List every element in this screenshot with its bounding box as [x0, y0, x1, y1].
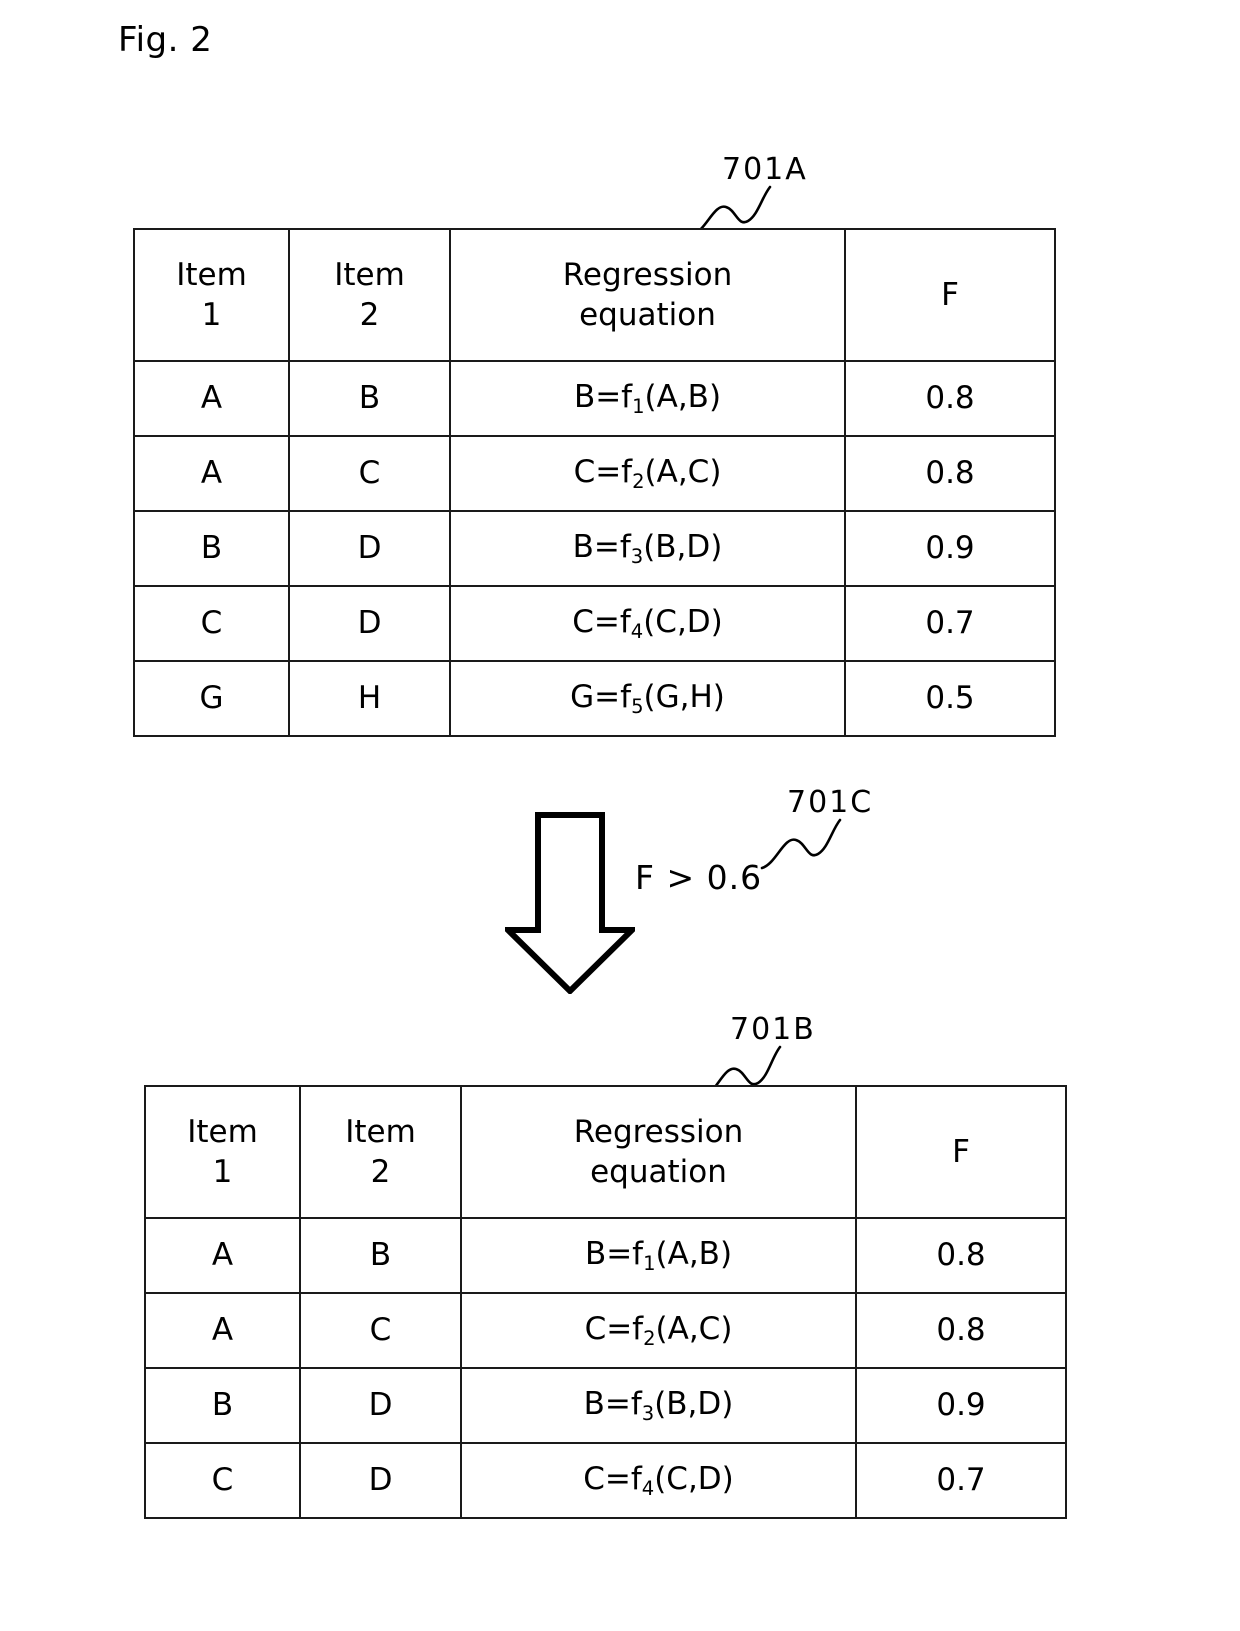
cell-equation: C=f4(C,D) — [449, 585, 846, 662]
header-equation-line1: Regression — [573, 1113, 744, 1150]
cell-equation: C=f4(C,D) — [460, 1442, 857, 1519]
cell-item2: C — [299, 1292, 462, 1369]
cell-equation: C=f2(A,C) — [449, 435, 846, 512]
header-item1-line2: 1 — [201, 297, 222, 333]
cell-f: 0.7 — [855, 1442, 1067, 1519]
table-row: C D C=f4(C,D) 0.7 — [133, 585, 1056, 662]
table-row: G H G=f5(G,H) 0.5 — [133, 660, 1056, 737]
table-row: A C C=f2(A,C) 0.8 — [133, 435, 1056, 512]
cell-item2: D — [288, 585, 451, 662]
table-row: B D B=f3(B,D) 0.9 — [144, 1367, 1067, 1444]
table-header-row: Item 1 Item 2 Regression equation F — [133, 228, 1056, 362]
cell-item2: B — [299, 1217, 462, 1294]
cell-f: 0.9 — [844, 510, 1056, 587]
cell-item2: B — [288, 360, 451, 437]
header-item2-line1: Item — [345, 1113, 416, 1150]
header-item2: Item 2 — [288, 228, 451, 362]
cell-equation: B=f3(B,D) — [449, 510, 846, 587]
cell-item1: C — [144, 1442, 301, 1519]
cell-item1: B — [133, 510, 290, 587]
cell-item2: D — [288, 510, 451, 587]
header-item1-line2: 1 — [212, 1154, 233, 1190]
cell-f: 0.5 — [844, 660, 1056, 737]
cell-f: 0.9 — [855, 1367, 1067, 1444]
header-equation-line1: Regression — [562, 256, 733, 293]
cell-f: 0.8 — [844, 360, 1056, 437]
header-item2-line2: 2 — [370, 1154, 391, 1190]
header-item2: Item 2 — [299, 1085, 462, 1219]
callout-701c-leader-line — [760, 818, 842, 870]
header-regression-equation: Regression equation — [449, 228, 846, 362]
cell-equation: B=f3(B,D) — [460, 1367, 857, 1444]
down-arrow-icon — [505, 812, 635, 994]
regression-table-before-filter: Item 1 Item 2 Regression equation F A B … — [133, 228, 1056, 737]
header-equation-line2: equation — [579, 297, 716, 333]
header-item1-line1: Item — [176, 256, 247, 293]
cell-f: 0.7 — [844, 585, 1056, 662]
cell-f: 0.8 — [844, 435, 1056, 512]
header-item1-line1: Item — [187, 1113, 258, 1150]
cell-item1: G — [133, 660, 290, 737]
table-header-row: Item 1 Item 2 Regression equation F — [144, 1085, 1067, 1219]
header-regression-equation: Regression equation — [460, 1085, 857, 1219]
cell-item1: A — [144, 1292, 301, 1369]
filter-condition-label: F > 0.6 — [635, 858, 763, 897]
callout-701b-label: 701B — [730, 1012, 816, 1047]
cell-item1: A — [144, 1217, 301, 1294]
header-item1: Item 1 — [133, 228, 290, 362]
callout-701c-label: 701C — [787, 785, 874, 820]
cell-item1: C — [133, 585, 290, 662]
table-row: A C C=f2(A,C) 0.8 — [144, 1292, 1067, 1369]
header-f: F — [844, 228, 1056, 362]
cell-item2: D — [299, 1442, 462, 1519]
cell-item1: A — [133, 435, 290, 512]
header-f: F — [855, 1085, 1067, 1219]
cell-f: 0.8 — [855, 1292, 1067, 1369]
cell-item2: C — [288, 435, 451, 512]
header-item2-line2: 2 — [359, 297, 380, 333]
table-row: A B B=f1(A,B) 0.8 — [133, 360, 1056, 437]
cell-item2: D — [299, 1367, 462, 1444]
table-row: B D B=f3(B,D) 0.9 — [133, 510, 1056, 587]
cell-item1: A — [133, 360, 290, 437]
cell-equation: B=f1(A,B) — [460, 1217, 857, 1294]
cell-f: 0.8 — [855, 1217, 1067, 1294]
cell-item1: B — [144, 1367, 301, 1444]
cell-item2: H — [288, 660, 451, 737]
figure-title: Fig. 2 — [118, 20, 213, 60]
header-equation-line2: equation — [590, 1154, 727, 1190]
cell-equation: C=f2(A,C) — [460, 1292, 857, 1369]
header-item1: Item 1 — [144, 1085, 301, 1219]
regression-table-after-filter: Item 1 Item 2 Regression equation F A B … — [144, 1085, 1067, 1519]
callout-701a-label: 701A — [722, 152, 808, 187]
table-row: A B B=f1(A,B) 0.8 — [144, 1217, 1067, 1294]
table-row: C D C=f4(C,D) 0.7 — [144, 1442, 1067, 1519]
header-item2-line1: Item — [334, 256, 405, 293]
cell-equation: G=f5(G,H) — [449, 660, 846, 737]
cell-equation: B=f1(A,B) — [449, 360, 846, 437]
